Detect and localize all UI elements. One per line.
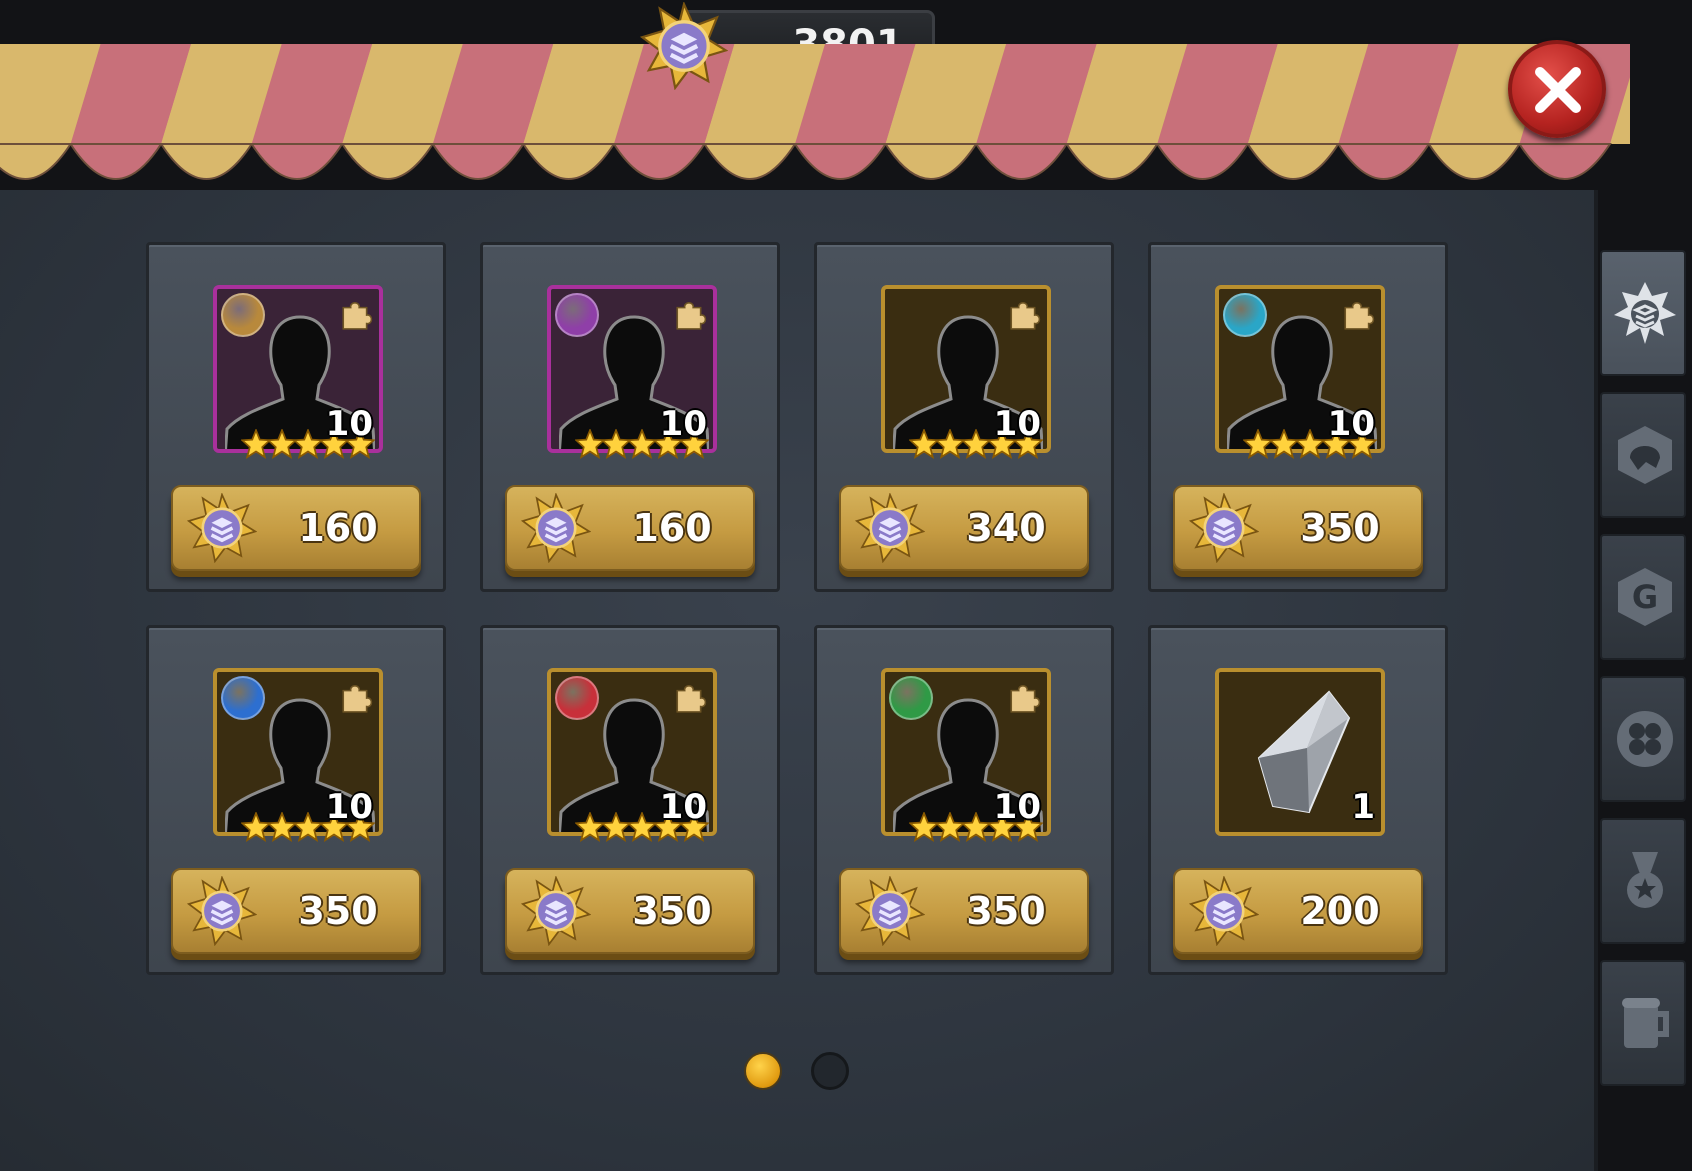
hero-shard-portrait[interactable]: 10	[213, 285, 383, 453]
item-quantity: 10	[993, 787, 1041, 827]
price-value: 350	[1300, 506, 1380, 550]
medal-currency-icon	[187, 876, 257, 946]
guild-g-icon: G	[1618, 568, 1672, 626]
side-tab-5[interactable]	[1600, 818, 1686, 944]
puzzle-piece-icon	[1007, 297, 1041, 331]
shop-item-card[interactable]: 10 160	[480, 242, 780, 592]
puzzle-piece-icon	[339, 680, 373, 714]
hero-shard-portrait[interactable]: 10	[547, 668, 717, 836]
price-value: 350	[632, 889, 712, 933]
shop-item-card[interactable]: 10 160	[146, 242, 446, 592]
medal-currency-icon	[855, 876, 925, 946]
medal-currency-icon	[521, 493, 591, 563]
medal-currency-icon	[187, 493, 257, 563]
shop-item-card[interactable]: 1 200	[1148, 625, 1448, 975]
medal-star-icon	[1614, 282, 1676, 344]
puzzle-piece-icon	[673, 297, 707, 331]
hero-shard-portrait[interactable]: 10	[547, 285, 717, 453]
faction-badge-icon	[1223, 293, 1267, 337]
faction-badge-icon	[221, 676, 265, 720]
page-dot-1[interactable]	[744, 1052, 782, 1090]
faction-badge-icon	[889, 676, 933, 720]
item-quantity: 10	[993, 404, 1041, 444]
faction-badge-icon	[555, 676, 599, 720]
shop-item-card[interactable]: 10 350	[814, 625, 1114, 975]
medal-currency-icon	[1189, 493, 1259, 563]
item-quantity: 10	[1327, 404, 1375, 444]
price-value: 340	[966, 506, 1046, 550]
shop-item-card[interactable]: 10 350	[146, 625, 446, 975]
side-tab-4[interactable]	[1600, 676, 1686, 802]
hero-shard-portrait[interactable]: 10	[213, 668, 383, 836]
buy-button[interactable]: 340	[839, 485, 1089, 571]
item-quantity: 1	[1351, 787, 1375, 827]
side-tab-6[interactable]	[1600, 960, 1686, 1086]
price-value: 350	[298, 889, 378, 933]
medal-currency-icon	[855, 493, 925, 563]
hero-shard-portrait[interactable]: 10	[881, 285, 1051, 453]
medal-currency-icon	[521, 876, 591, 946]
beer-mug-icon	[1622, 998, 1669, 1048]
crystal-item-portrait[interactable]: 1	[1215, 668, 1385, 836]
puzzle-piece-icon	[339, 297, 373, 331]
item-quantity: 10	[325, 404, 373, 444]
medal-currency-icon	[640, 2, 728, 90]
clover-icon	[1617, 711, 1673, 767]
puzzle-piece-icon	[673, 680, 707, 714]
buy-button[interactable]: 350	[1173, 485, 1423, 571]
close-button[interactable]	[1508, 40, 1606, 138]
shop-item-card[interactable]: 10 350	[1148, 242, 1448, 592]
side-tab-1[interactable]	[1600, 250, 1686, 376]
side-tab-2[interactable]	[1600, 392, 1686, 518]
svg-text:G: G	[1632, 578, 1658, 616]
faction-badge-icon	[221, 293, 265, 337]
buy-button[interactable]: 350	[171, 868, 421, 954]
medal-currency-icon	[1189, 876, 1259, 946]
medal-ribbon-icon	[1627, 852, 1663, 908]
buy-button[interactable]: 160	[171, 485, 421, 571]
shop-item-card[interactable]: 10 350	[480, 625, 780, 975]
shop-awning	[0, 44, 1630, 180]
close-icon	[1535, 67, 1581, 113]
faction-badge-icon	[555, 293, 599, 337]
crystal-icon	[1257, 690, 1351, 814]
item-quantity: 10	[325, 787, 373, 827]
buy-button[interactable]: 160	[505, 485, 755, 571]
page-dot-2[interactable]	[811, 1052, 849, 1090]
puzzle-piece-icon	[1341, 297, 1375, 331]
item-quantity: 10	[659, 404, 707, 444]
hero-shard-portrait[interactable]: 10	[881, 668, 1051, 836]
price-value: 200	[1300, 889, 1380, 933]
hero-shard-portrait[interactable]: 10	[1215, 285, 1385, 453]
buy-button[interactable]: 350	[505, 868, 755, 954]
item-quantity: 10	[659, 787, 707, 827]
price-value: 350	[966, 889, 1046, 933]
side-tab-3[interactable]: G	[1600, 534, 1686, 660]
puzzle-piece-icon	[1007, 680, 1041, 714]
helmet-hexagon-icon	[1618, 426, 1672, 484]
price-value: 160	[298, 506, 378, 550]
shop-item-card[interactable]: 10 340	[814, 242, 1114, 592]
price-value: 160	[632, 506, 712, 550]
buy-button[interactable]: 350	[839, 868, 1089, 954]
buy-button[interactable]: 200	[1173, 868, 1423, 954]
